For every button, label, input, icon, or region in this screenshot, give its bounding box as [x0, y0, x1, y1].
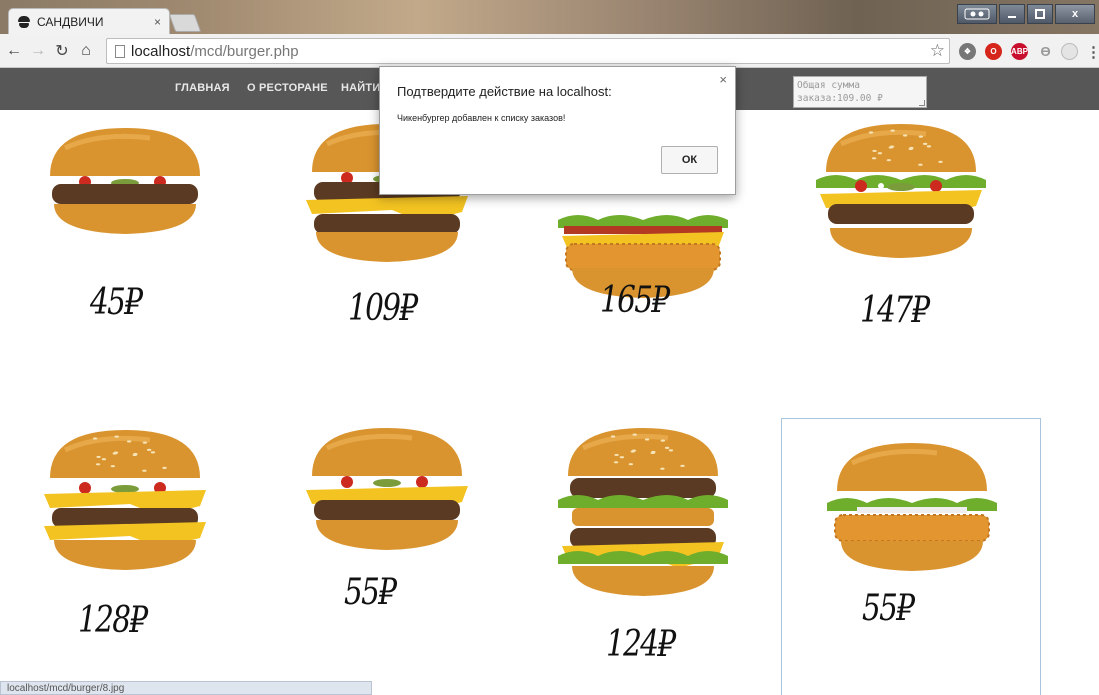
- browser-titlebar: САНДВИЧИ × x: [0, 0, 1099, 34]
- product-price: 147₽: [860, 290, 930, 331]
- feather-icon[interactable]: ϴ: [1037, 43, 1054, 60]
- product-price: 109₽: [348, 288, 418, 329]
- profile-icon: [964, 8, 990, 20]
- opera-icon[interactable]: O: [985, 43, 1002, 60]
- burger-image-big-mac[interactable]: [558, 428, 728, 598]
- product-card[interactable]: [548, 428, 738, 628]
- burger-image-hamburger[interactable]: [40, 128, 210, 236]
- minimize-button[interactable]: [999, 4, 1025, 24]
- circle-icon[interactable]: [1061, 43, 1078, 60]
- address-bar[interactable]: localhost/mcd/burger.php ☆: [106, 38, 950, 64]
- user-profile-button[interactable]: [957, 4, 997, 24]
- home-icon[interactable]: ⌂: [76, 42, 96, 60]
- maximize-button[interactable]: [1027, 4, 1053, 24]
- back-arrow-icon[interactable]: ←: [4, 42, 24, 60]
- url-host: localhost: [131, 42, 191, 60]
- menu-icon[interactable]: ⋮: [1085, 43, 1099, 61]
- dialog-close-icon[interactable]: ×: [719, 72, 727, 87]
- product-card[interactable]: [781, 418, 1041, 695]
- product-card[interactable]: [30, 128, 220, 298]
- burger-image-chickenburger[interactable]: [827, 443, 997, 573]
- burger-image-double-cheese-burger[interactable]: [40, 430, 210, 572]
- new-tab-button[interactable]: [168, 14, 202, 32]
- order-total-text: Общая сумма заказа:109.00 ₽: [797, 80, 883, 104]
- resize-handle-icon[interactable]: [919, 100, 925, 106]
- adblock-icon[interactable]: ABP: [1011, 43, 1028, 60]
- product-price: 45₽: [90, 282, 143, 323]
- window-controls: x: [957, 4, 1095, 24]
- window-close-button[interactable]: x: [1055, 4, 1095, 24]
- confirm-dialog: Подтвердите действие на localhost: × Чик…: [379, 66, 736, 195]
- product-price: 128₽: [78, 600, 148, 641]
- maximize-icon: [1035, 9, 1045, 19]
- product-price: 55₽: [344, 572, 397, 613]
- bookmark-star-icon[interactable]: ☆: [930, 41, 945, 61]
- burger-image-cheeseburger[interactable]: [302, 428, 472, 552]
- tab-close-icon[interactable]: ×: [154, 15, 161, 29]
- product-card[interactable]: [30, 430, 220, 600]
- nav-home[interactable]: ГЛАВНАЯ: [175, 82, 230, 94]
- product-price: 124₽: [606, 624, 676, 665]
- url-path: /mcd/burger.php: [190, 42, 299, 60]
- dialog-message: Чикенбургер добавлен к списку заказов!: [397, 113, 566, 123]
- product-card[interactable]: [806, 124, 996, 294]
- reload-icon[interactable]: ↻: [52, 41, 72, 61]
- product-price: 165₽: [600, 280, 670, 321]
- nav-about[interactable]: О РЕСТОРАНЕ: [247, 82, 328, 94]
- status-bar-url: localhost/mcd/burger/8.jpg: [0, 681, 372, 695]
- dialog-title: Подтвердите действие на localhost:: [397, 84, 612, 99]
- order-total-textarea[interactable]: Общая сумма заказа:109.00 ₽: [793, 76, 927, 108]
- puzzle-icon[interactable]: ❖: [959, 43, 976, 60]
- tab-title: САНДВИЧИ: [37, 14, 104, 29]
- forward-arrow-icon[interactable]: →: [28, 42, 48, 60]
- browser-toolbar: ← → ↻ ⌂ localhost/mcd/burger.php ☆ ❖ O A…: [0, 34, 1099, 68]
- minimize-icon: [1008, 16, 1016, 18]
- burger-image-big-tasty[interactable]: [816, 124, 986, 260]
- spy-favicon-icon: [17, 15, 31, 29]
- dialog-ok-button[interactable]: ОК: [661, 146, 718, 174]
- browser-tab[interactable]: САНДВИЧИ ×: [8, 8, 170, 34]
- page-icon: [115, 44, 125, 58]
- nav-find[interactable]: НАЙТИ: [341, 82, 380, 94]
- product-price: 55₽: [862, 588, 915, 629]
